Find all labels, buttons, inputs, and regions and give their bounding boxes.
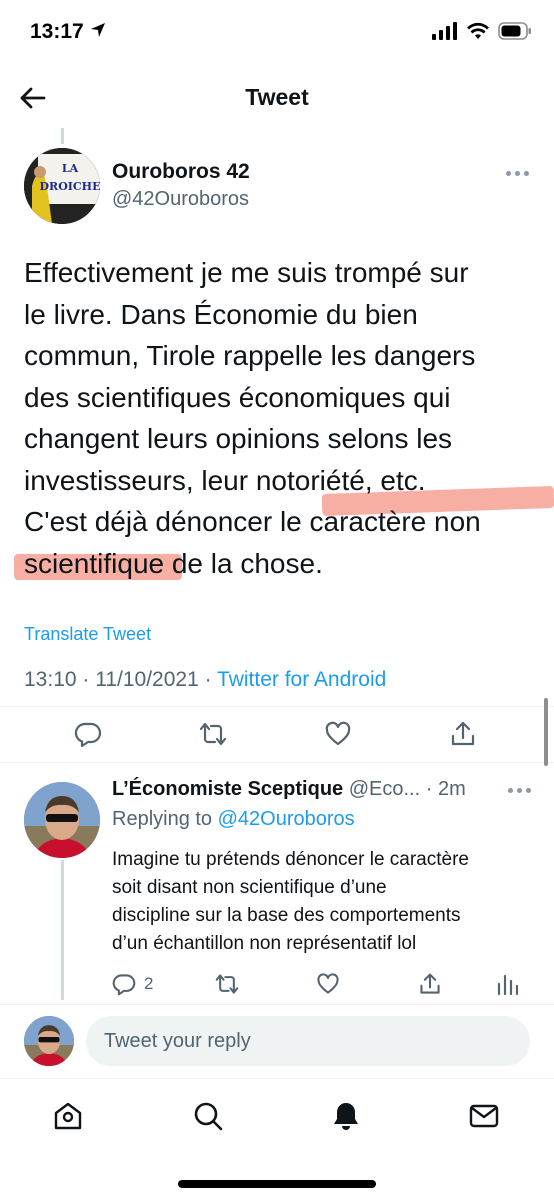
avatar-image: [24, 1016, 74, 1066]
reply-line: discipline sur la base des comportements: [112, 905, 461, 926]
reply-like-button[interactable]: [316, 968, 340, 1000]
tweet-line: le livre. Dans Économie du bien: [24, 298, 418, 330]
reply-count: 2: [144, 974, 154, 993]
tweet-line: investisseurs, leur notoriété, etc.: [24, 464, 426, 496]
tweet-timestamp: 13:10 · 11/10/2021 ·: [24, 668, 218, 691]
more-options-button[interactable]: [506, 171, 529, 176]
notifications-icon: [334, 1103, 358, 1130]
divider: [0, 1078, 554, 1079]
divider: [0, 706, 554, 707]
tab-notifications[interactable]: [326, 1096, 366, 1136]
like-icon: [317, 973, 339, 994]
reply-header: L’Économiste Sceptique @Eco... · 2m: [112, 778, 466, 801]
more-dot-icon: [515, 171, 520, 176]
reply-icon: [74, 722, 102, 748]
tweet-line: Effectivement je me suis trompé sur: [24, 257, 469, 288]
reply-author-avatar[interactable]: [24, 782, 100, 858]
tweet-metadata: 13:10 · 11/10/2021 · Twitter for Android: [24, 668, 386, 692]
bottom-tab-bar: [0, 1082, 554, 1152]
translate-tweet-link[interactable]: Translate Tweet: [24, 624, 151, 645]
tweet-line: des scientifiques économiques qui: [24, 381, 451, 413]
tweet-line: scientifique de la chose.: [24, 547, 323, 579]
reply-reply-button[interactable]: 2: [112, 968, 153, 1000]
wifi-icon: [467, 22, 489, 39]
reply-author-name[interactable]: L’Économiste Sceptique: [112, 778, 343, 800]
tweet-body: Effectivement je me suis trompé sur le l…: [24, 252, 544, 584]
messages-icon: [469, 1104, 499, 1128]
replying-to: Replying to @42Ouroboros: [112, 808, 355, 831]
retweet-icon: [215, 974, 239, 994]
reply-author-handle[interactable]: @Eco...: [349, 778, 420, 800]
tweet-line: changent leurs opinions selons les: [24, 423, 453, 454]
reply-share-button[interactable]: [418, 968, 442, 1000]
analytics-icon: [497, 974, 518, 996]
tab-home[interactable]: [48, 1096, 88, 1136]
reply-line: Imagine tu prétends dénoncer le caractèr…: [112, 849, 469, 870]
tab-messages[interactable]: [464, 1096, 504, 1136]
avatar-image: LA DROICHE: [24, 148, 100, 224]
like-icon: [325, 721, 351, 746]
divider: [0, 762, 554, 763]
status-time: 13:17: [30, 20, 84, 43]
retweet-button[interactable]: [195, 716, 231, 752]
share-icon: [420, 973, 440, 994]
cellular-signal-icon: [432, 22, 457, 40]
search-icon: [194, 1102, 223, 1131]
tab-search[interactable]: [188, 1096, 228, 1136]
reply-icon: [112, 974, 136, 996]
reply-retweet-button[interactable]: [214, 968, 240, 1000]
retweet-icon: [199, 722, 227, 746]
composer-avatar: [24, 1016, 74, 1066]
author-avatar[interactable]: LA DROICHE: [24, 148, 100, 224]
more-dot-icon: [506, 171, 511, 176]
more-dot-icon: [508, 788, 513, 793]
more-dot-icon: [517, 788, 522, 793]
page-title: Tweet: [245, 84, 309, 110]
status-bar: 13:17: [0, 0, 554, 66]
tweet-line: commun, Tirole rappelle les dangers: [24, 340, 476, 371]
share-button[interactable]: [445, 716, 481, 752]
tweet-source-link[interactable]: Twitter for Android: [217, 668, 386, 691]
avatar-caption-2: DROICHE: [40, 180, 100, 193]
more-dot-icon: [524, 171, 529, 176]
battery-icon: [498, 22, 531, 40]
scrollbar[interactable]: [544, 698, 548, 766]
reply-time: · 2m: [425, 778, 466, 800]
reply-composer-input[interactable]: Tweet your reply: [86, 1016, 530, 1066]
status-indicators: [432, 22, 532, 40]
top-nav: Tweet: [0, 70, 554, 126]
reply-body: Imagine tu prétends dénoncer le caractèr…: [112, 846, 542, 958]
author-name[interactable]: Ouroboros 42: [112, 160, 250, 184]
home-icon: [54, 1102, 82, 1130]
reply-line: soit disant non scientifique d’une: [112, 877, 387, 898]
reply-analytics-button[interactable]: [496, 968, 518, 1000]
tweet-line: C'est déjà dénoncer le caractère non: [24, 506, 481, 537]
replying-to-mention[interactable]: @42Ouroboros: [218, 808, 355, 830]
location-arrow-icon: [91, 23, 105, 37]
avatar-caption-1: LA: [62, 162, 79, 175]
like-button[interactable]: [320, 716, 356, 752]
tweet-action-bar: [0, 712, 554, 758]
reply-line: d’un échantillon non représentatif lol: [112, 933, 417, 954]
more-dot-icon: [526, 788, 531, 793]
avatar-image: [24, 782, 100, 858]
replying-to-label: Replying to: [112, 808, 218, 830]
reply-button[interactable]: [70, 716, 106, 752]
divider: [0, 1004, 554, 1005]
thread-connector: [61, 128, 64, 144]
home-indicator[interactable]: [178, 1180, 376, 1188]
author-handle[interactable]: @42Ouroboros: [112, 188, 249, 211]
reply-more-options-button[interactable]: [508, 788, 531, 793]
share-icon: [451, 721, 475, 746]
reply-action-bar: 2: [0, 964, 554, 1004]
